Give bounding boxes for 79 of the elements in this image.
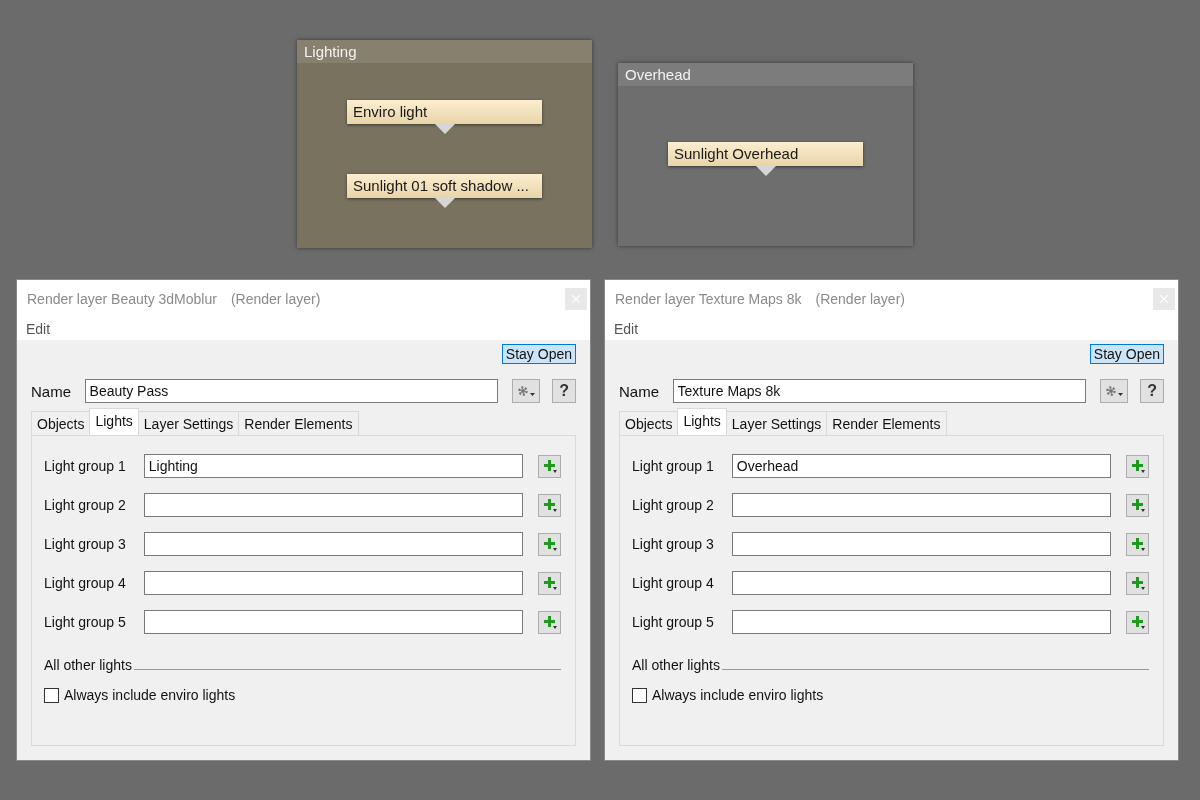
window-subtitle: (Render layer) <box>815 291 905 307</box>
light-group-label: Light group 4 <box>632 575 715 591</box>
light-group-label: Light group 3 <box>44 536 127 552</box>
light-group-label: Light group 4 <box>44 575 127 591</box>
plus-icon <box>1129 536 1146 552</box>
plus-icon <box>541 614 558 630</box>
light-group-field[interactable] <box>731 610 1112 634</box>
tab[interactable]: Render Elements <box>826 411 947 435</box>
add-button[interactable] <box>538 571 561 595</box>
tab[interactable]: Lights <box>89 408 139 435</box>
plus-icon <box>1129 575 1146 591</box>
light-group-label: Light group 2 <box>632 497 715 513</box>
checkbox[interactable] <box>632 687 647 703</box>
tab[interactable]: Objects <box>31 411 91 435</box>
tab[interactable]: Layer Settings <box>137 411 240 435</box>
section-label: All other lights <box>632 657 720 673</box>
add-button[interactable] <box>1126 610 1149 634</box>
add-button[interactable] <box>538 610 561 634</box>
light-group-field[interactable] <box>143 571 524 595</box>
add-button[interactable] <box>538 493 561 517</box>
plus-icon <box>541 458 558 474</box>
help-button[interactable]: ? <box>552 379 576 403</box>
add-button[interactable] <box>1126 454 1149 478</box>
add-button[interactable] <box>1126 571 1149 595</box>
settings-button[interactable] <box>1100 379 1129 403</box>
help-button[interactable]: ? <box>1140 379 1164 403</box>
light-group-label: Light group 2 <box>44 497 127 513</box>
name-label: Name <box>31 382 72 400</box>
light-group-label: Light group 5 <box>44 614 127 630</box>
checkbox-label: Always include enviro lights <box>652 687 824 703</box>
gear-icon <box>516 384 537 398</box>
checkbox-label: Always include enviro lights <box>64 687 236 703</box>
stay-open-button[interactable]: Stay Open <box>1089 344 1164 364</box>
light-group-label: Light group 1 <box>44 458 127 474</box>
plus-icon <box>1129 497 1146 513</box>
tab[interactable]: Layer Settings <box>725 411 828 435</box>
light-group-field[interactable] <box>143 610 524 634</box>
group-box[interactable]: Lighting Enviro light Sunlight 01 soft shadow ... <box>297 40 592 248</box>
section-label: All other lights <box>44 657 132 673</box>
window-title: Render layer Beauty 3dMoblur <box>27 291 217 307</box>
group-box[interactable]: Overhead Sunlight Overhead <box>618 63 913 246</box>
light-group-field[interactable]: Overhead <box>731 454 1112 478</box>
checkbox[interactable] <box>44 687 59 703</box>
window-subtitle: (Render layer) <box>230 291 321 307</box>
plus-icon <box>1129 614 1146 630</box>
light-node[interactable]: Sunlight 01 soft shadow ... <box>347 174 542 198</box>
tab[interactable]: Objects <box>619 411 679 435</box>
light-group-label: Light group 5 <box>632 614 715 630</box>
light-group-field[interactable] <box>731 493 1112 517</box>
window-title: Render layer Texture Maps 8k <box>615 291 802 307</box>
light-group-field[interactable] <box>143 532 524 556</box>
plus-icon <box>1129 458 1146 474</box>
gear-icon <box>1104 384 1125 398</box>
tab[interactable]: Render Elements <box>238 411 359 435</box>
group-title: Lighting <box>297 40 592 63</box>
settings-button[interactable] <box>512 379 541 403</box>
light-group-field[interactable] <box>143 493 524 517</box>
add-button[interactable] <box>1126 493 1149 517</box>
plus-icon <box>541 575 558 591</box>
plus-icon <box>541 497 558 513</box>
light-group-field[interactable]: Lighting <box>143 454 524 478</box>
menu-item[interactable]: Edit <box>26 321 51 337</box>
light-group-label: Light group 1 <box>632 458 715 474</box>
light-node[interactable]: Sunlight Overhead <box>668 142 863 166</box>
light-node[interactable]: Enviro light <box>347 100 542 124</box>
name-field[interactable]: Beauty Pass <box>84 379 499 403</box>
name-label: Name <box>619 382 660 400</box>
add-button[interactable] <box>1126 532 1149 556</box>
plus-icon <box>541 536 558 552</box>
group-title: Overhead <box>618 63 913 86</box>
light-group-field[interactable] <box>731 571 1112 595</box>
light-group-field[interactable] <box>731 532 1112 556</box>
name-field[interactable]: Texture Maps 8k <box>672 379 1087 403</box>
menu-item[interactable]: Edit <box>614 321 639 337</box>
add-button[interactable] <box>538 532 561 556</box>
add-button[interactable] <box>538 454 561 478</box>
light-group-label: Light group 3 <box>632 536 715 552</box>
tab[interactable]: Lights <box>677 408 727 435</box>
stay-open-button[interactable]: Stay Open <box>501 344 576 364</box>
